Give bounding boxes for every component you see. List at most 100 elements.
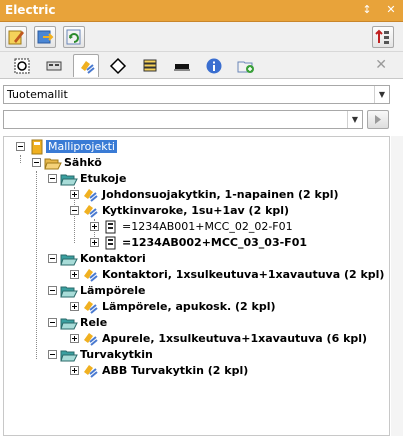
symbol-icon bbox=[14, 58, 30, 74]
chevron-down-icon[interactable]: ▼ bbox=[374, 86, 389, 103]
window-title: Electric bbox=[5, 3, 56, 17]
collapse-icon[interactable] bbox=[16, 142, 25, 151]
tab-diamond[interactable] bbox=[105, 54, 131, 77]
tree-label-kytkinvaroke: Kytkinvaroke, 1su+1av (2 kpl) bbox=[102, 204, 290, 217]
expand-icon[interactable] bbox=[90, 222, 99, 231]
expand-icon[interactable] bbox=[70, 334, 79, 343]
refresh-icon bbox=[66, 29, 81, 45]
sort-button[interactable] bbox=[372, 26, 394, 48]
collapse-icon[interactable] bbox=[48, 286, 57, 295]
export-button[interactable] bbox=[34, 26, 56, 48]
product-model-icon bbox=[84, 205, 98, 218]
filter-input[interactable]: ▼ bbox=[3, 110, 363, 129]
tree-label-kv-item1: =1234AB001+MCC_02_02-F01 bbox=[122, 220, 293, 233]
tree-label-johdonsuoja: Johdonsuojakytkin, 1-napainen (2 kpl) bbox=[102, 188, 339, 201]
tree-label-etukoje: Etukoje bbox=[80, 172, 127, 185]
tree-guide bbox=[20, 155, 21, 163]
main-toolbar bbox=[0, 22, 403, 52]
tree-node-kytkinvaroke[interactable]: Kytkinvaroke, 1su+1av (2 kpl) bbox=[70, 203, 390, 219]
sort-icon bbox=[375, 29, 389, 44]
pin-icon[interactable]: ↕ bbox=[360, 3, 374, 17]
tab-info[interactable] bbox=[201, 54, 227, 77]
collapse-icon[interactable] bbox=[48, 350, 57, 359]
folder-open-icon bbox=[60, 174, 78, 186]
tree-node-rele-item[interactable]: Apurele, 1xsulkeutuva+1xavautuva (6 kpl) bbox=[70, 331, 390, 347]
tree-node-johdonsuoja[interactable]: Johdonsuojakytkin, 1-napainen (2 kpl) bbox=[70, 187, 390, 203]
tree-node-lamporele-item[interactable]: Lämpörele, apukosk. (2 kpl) bbox=[70, 299, 390, 315]
tree-label-root: Malliprojekti bbox=[46, 140, 117, 153]
tab-symbol[interactable] bbox=[9, 54, 35, 77]
tree-node-kv-item1[interactable]: =1234AB001+MCC_02_02-F01 bbox=[90, 219, 380, 235]
tree-node-rele[interactable]: Rele bbox=[48, 315, 248, 331]
tree-guide bbox=[36, 171, 37, 359]
component-icon bbox=[105, 220, 116, 234]
close-icon[interactable]: ✕ bbox=[384, 3, 398, 17]
tab-stack[interactable] bbox=[137, 54, 163, 77]
expand-icon[interactable] bbox=[70, 190, 79, 199]
tree-node-turvakytkin[interactable]: Turvakytkin bbox=[48, 347, 248, 363]
new-folder-icon bbox=[237, 61, 254, 73]
title-bar: Electric ↕ ✕ bbox=[0, 0, 403, 22]
model-type-select[interactable]: Tuotemallit ▼ bbox=[3, 85, 390, 104]
product-models-icon bbox=[81, 61, 95, 74]
product-model-icon bbox=[84, 269, 98, 282]
expand-icon[interactable] bbox=[70, 302, 79, 311]
edit-icon bbox=[8, 30, 24, 45]
tree-node-turvakytkin-item[interactable]: ABB Turvakytkin (2 kpl) bbox=[70, 363, 390, 379]
tab-product-models[interactable] bbox=[73, 54, 99, 77]
tree-label-turvakytkin: Turvakytkin bbox=[80, 348, 153, 361]
tab-terminal[interactable] bbox=[169, 54, 195, 77]
tree-node-lamporele[interactable]: Lämpörele bbox=[48, 283, 248, 299]
stack-icon bbox=[143, 59, 157, 72]
product-model-icon bbox=[84, 189, 98, 202]
expand-icon[interactable] bbox=[70, 270, 79, 279]
tree-label-rele-item: Apurele, 1xsulkeutuva+1xavautuva (6 kpl) bbox=[102, 332, 368, 345]
right-gutter bbox=[391, 136, 403, 436]
collapse-icon[interactable] bbox=[70, 206, 79, 215]
folder-open-icon bbox=[60, 286, 78, 298]
project-icon bbox=[31, 139, 43, 155]
tree-label-kontaktori: Kontaktori bbox=[80, 252, 146, 265]
tab-device[interactable] bbox=[41, 54, 67, 77]
tree-node-kontaktori-item[interactable]: Kontaktori, 1xsulkeutuva+1xavautuva (2 k… bbox=[70, 267, 390, 283]
apply-filter-button[interactable] bbox=[367, 110, 389, 129]
folder-open-icon bbox=[44, 158, 62, 170]
tree-node-kv-item2[interactable]: =1234AB002+MCC_03_03-F01 bbox=[90, 235, 380, 251]
arrow-right-icon bbox=[375, 115, 381, 124]
component-icon bbox=[105, 236, 116, 250]
tree-label-turvakytkin-item: ABB Turvakytkin (2 kpl) bbox=[102, 364, 249, 377]
info-icon bbox=[206, 58, 222, 74]
tree-label-rele: Rele bbox=[80, 316, 108, 329]
folder-open-icon bbox=[60, 350, 78, 362]
diamond-icon bbox=[109, 57, 127, 75]
terminal-icon bbox=[174, 64, 190, 71]
collapse-icon[interactable] bbox=[48, 254, 57, 263]
collapse-icon[interactable] bbox=[48, 318, 57, 327]
model-type-value: Tuotemallit bbox=[7, 88, 68, 101]
expand-icon[interactable] bbox=[90, 238, 99, 247]
project-tree: Malliprojekti Sähkö Etukoje Johdonsuojak… bbox=[3, 136, 390, 436]
tree-label-lamporele: Lämpörele bbox=[80, 284, 146, 297]
collapse-icon[interactable] bbox=[48, 174, 57, 183]
product-model-icon bbox=[84, 365, 98, 378]
tree-node-sahko[interactable]: Sähkö bbox=[32, 155, 232, 171]
export-icon bbox=[37, 30, 54, 44]
tree-node-kontaktori[interactable]: Kontaktori bbox=[48, 251, 248, 267]
refresh-button[interactable] bbox=[63, 26, 85, 48]
filter-dropdown-icon[interactable]: ▼ bbox=[347, 111, 362, 128]
tab-strip bbox=[0, 52, 403, 79]
expand-icon[interactable] bbox=[70, 366, 79, 375]
tree-label-sahko: Sähkö bbox=[64, 156, 102, 169]
panel-close-icon[interactable]: ✕ bbox=[375, 57, 387, 73]
product-model-icon bbox=[84, 301, 98, 314]
tab-new-folder[interactable] bbox=[233, 54, 259, 77]
tree-node-root[interactable]: Malliprojekti bbox=[16, 139, 216, 155]
edit-button[interactable] bbox=[5, 26, 27, 48]
device-icon bbox=[46, 61, 62, 71]
tree-label-lamporele-item: Lämpörele, apukosk. (2 kpl) bbox=[102, 300, 276, 313]
collapse-icon[interactable] bbox=[32, 158, 41, 167]
folder-open-icon bbox=[60, 318, 78, 330]
product-model-icon bbox=[84, 333, 98, 346]
tree-node-etukoje[interactable]: Etukoje bbox=[48, 171, 248, 187]
tree-label-kontaktori-item: Kontaktori, 1xsulkeutuva+1xavautuva (2 k… bbox=[102, 268, 385, 281]
